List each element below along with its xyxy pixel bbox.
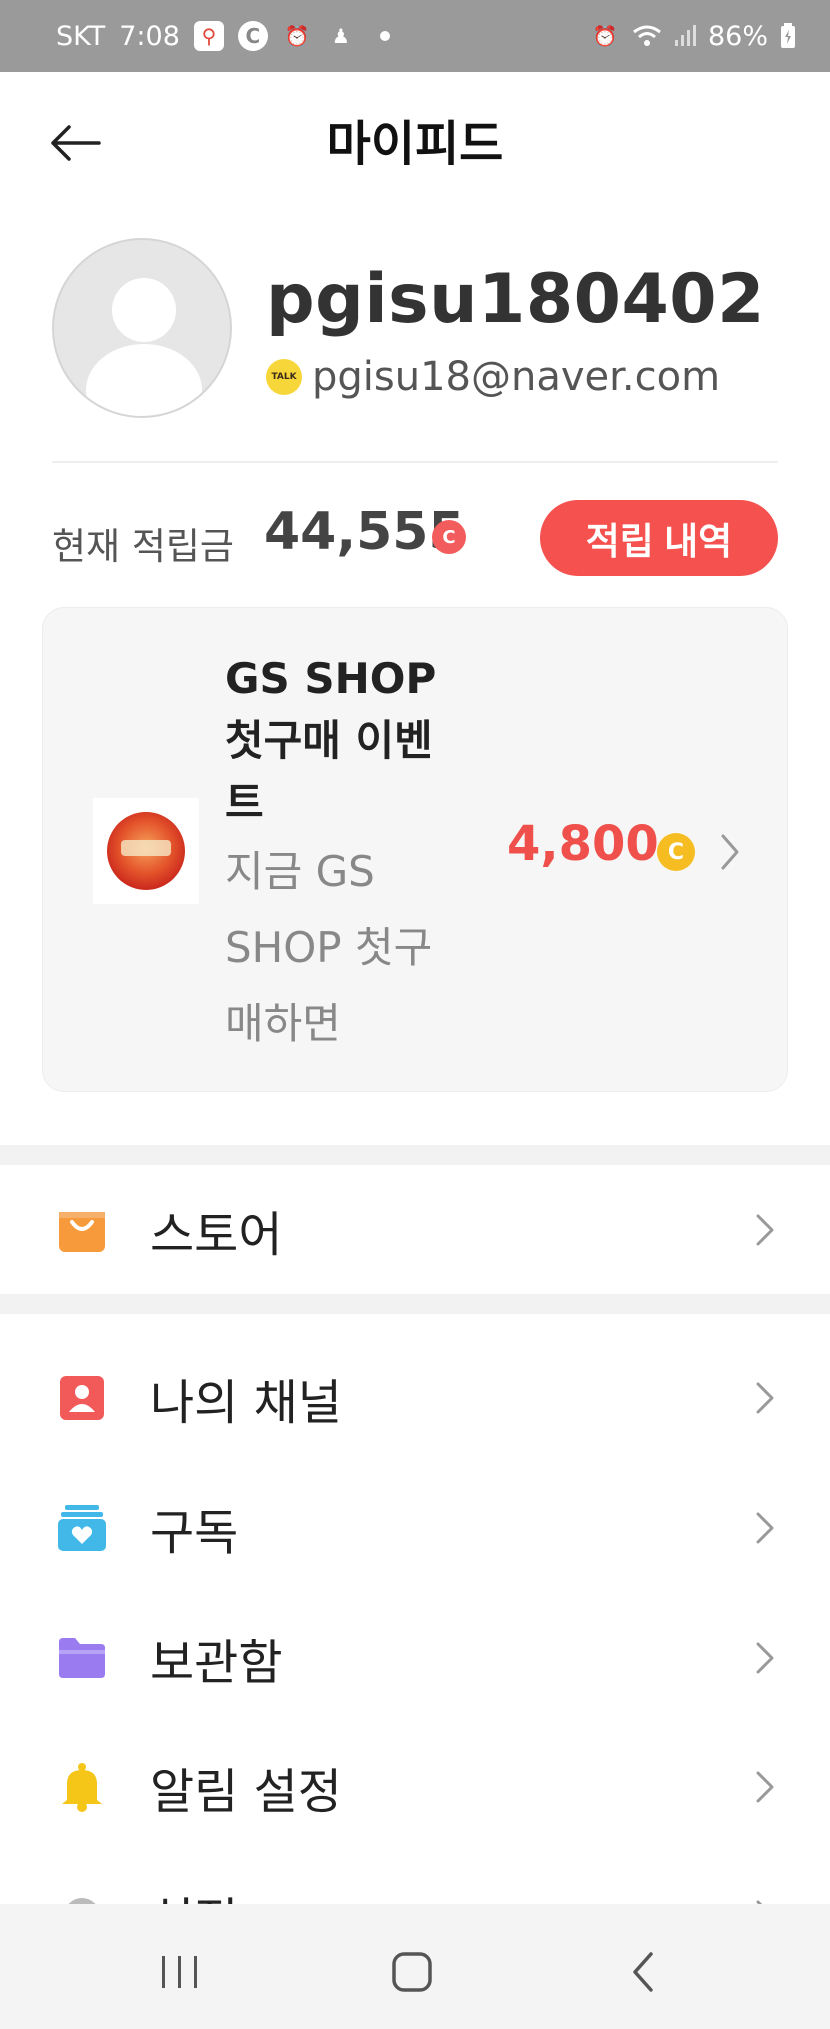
- battery-icon: [781, 23, 795, 48]
- menu-label: 알림 설정: [150, 1764, 342, 1820]
- system-back-button[interactable]: [614, 1942, 674, 2002]
- points-row: 현재 적립금 44,555 C 적립 내역: [52, 500, 778, 580]
- menu-label: 보관함: [150, 1635, 283, 1691]
- chevron-right-icon: [756, 1771, 774, 1803]
- home-icon: [392, 1952, 432, 1992]
- coin-icon: C: [657, 833, 695, 871]
- dot-icon: [379, 31, 390, 41]
- folder-icon: [56, 1632, 108, 1684]
- avatar[interactable]: [52, 238, 232, 418]
- chevron-right-icon: [721, 834, 739, 870]
- menu-item-my-channel[interactable]: 나의 채널: [0, 1338, 830, 1458]
- alarm-icon: ⏰: [284, 24, 310, 48]
- alarm-icon: ⏰: [592, 24, 618, 48]
- chevron-right-icon: [756, 1382, 774, 1414]
- username: pgisu180402: [266, 260, 765, 339]
- menu-item-storage[interactable]: 보관함: [0, 1598, 830, 1718]
- recent-apps-icon: [162, 1956, 197, 1988]
- event-title: GS SHOP 첫구매 이벤트: [225, 654, 437, 827]
- noodle-cup-image: [107, 812, 185, 890]
- section-separator: [0, 1294, 830, 1314]
- menu-item-notification-settings[interactable]: 알림 설정: [0, 1727, 830, 1847]
- section-separator: [0, 1145, 830, 1165]
- system-nav-bar: [0, 1904, 830, 2029]
- menu-label: 구독: [150, 1505, 239, 1561]
- chevron-right-icon: [756, 1642, 774, 1674]
- event-thumbnail: [93, 798, 199, 904]
- points-history-button[interactable]: 적립 내역: [540, 500, 778, 576]
- profile-section: pgisu180402 TALK pgisu18@naver.com: [52, 238, 778, 422]
- page-title: 마이피드: [326, 116, 504, 172]
- person-icon: ♟: [331, 24, 350, 48]
- subscription-icon: [56, 1502, 108, 1554]
- email: pgisu18@naver.com: [312, 354, 721, 400]
- recent-apps-button[interactable]: [150, 1942, 210, 2002]
- chevron-right-icon: [756, 1512, 774, 1544]
- header: 마이피드: [0, 72, 830, 218]
- shopping-bag-icon: [56, 1204, 108, 1256]
- kakao-talk-icon: TALK: [266, 359, 302, 395]
- c-icon: C: [237, 21, 268, 51]
- menu-item-subscription[interactable]: 구독: [0, 1468, 830, 1588]
- menu-item-store[interactable]: 스토어: [0, 1170, 830, 1290]
- chevron-left-icon: [633, 1952, 653, 1992]
- email-row: TALK pgisu18@naver.com: [266, 354, 720, 400]
- event-reward-amount: 4,800: [507, 816, 659, 872]
- points-label: 현재 적립금: [52, 525, 234, 568]
- chevron-right-icon: [756, 1214, 774, 1246]
- person-card-icon: [56, 1372, 108, 1424]
- signal-icon: [674, 25, 696, 46]
- battery-percent: 86%: [707, 20, 768, 52]
- clock: 7:08: [119, 20, 180, 52]
- menu-label-store: 스토어: [150, 1207, 283, 1263]
- menu-label: 나의 채널: [150, 1375, 342, 1431]
- status-bar: SKT 7:08 ⚲ C ⏰ ♟ ⏰ 86%: [0, 0, 830, 72]
- bell-icon: [56, 1761, 108, 1813]
- map-icon: ⚲: [193, 21, 224, 51]
- coin-icon: C: [432, 520, 466, 554]
- event-description: 지금 GS SHOP 첫구매하면: [225, 847, 433, 1048]
- divider: [52, 461, 778, 463]
- wifi-icon: [633, 25, 661, 46]
- event-card[interactable]: GS SHOP 첫구매 이벤트 지금 GS SHOP 첫구매하면 4,800 C: [42, 607, 788, 1092]
- home-button[interactable]: [382, 1942, 442, 2002]
- carrier-label: SKT: [56, 20, 106, 52]
- default-avatar-icon: [86, 278, 202, 416]
